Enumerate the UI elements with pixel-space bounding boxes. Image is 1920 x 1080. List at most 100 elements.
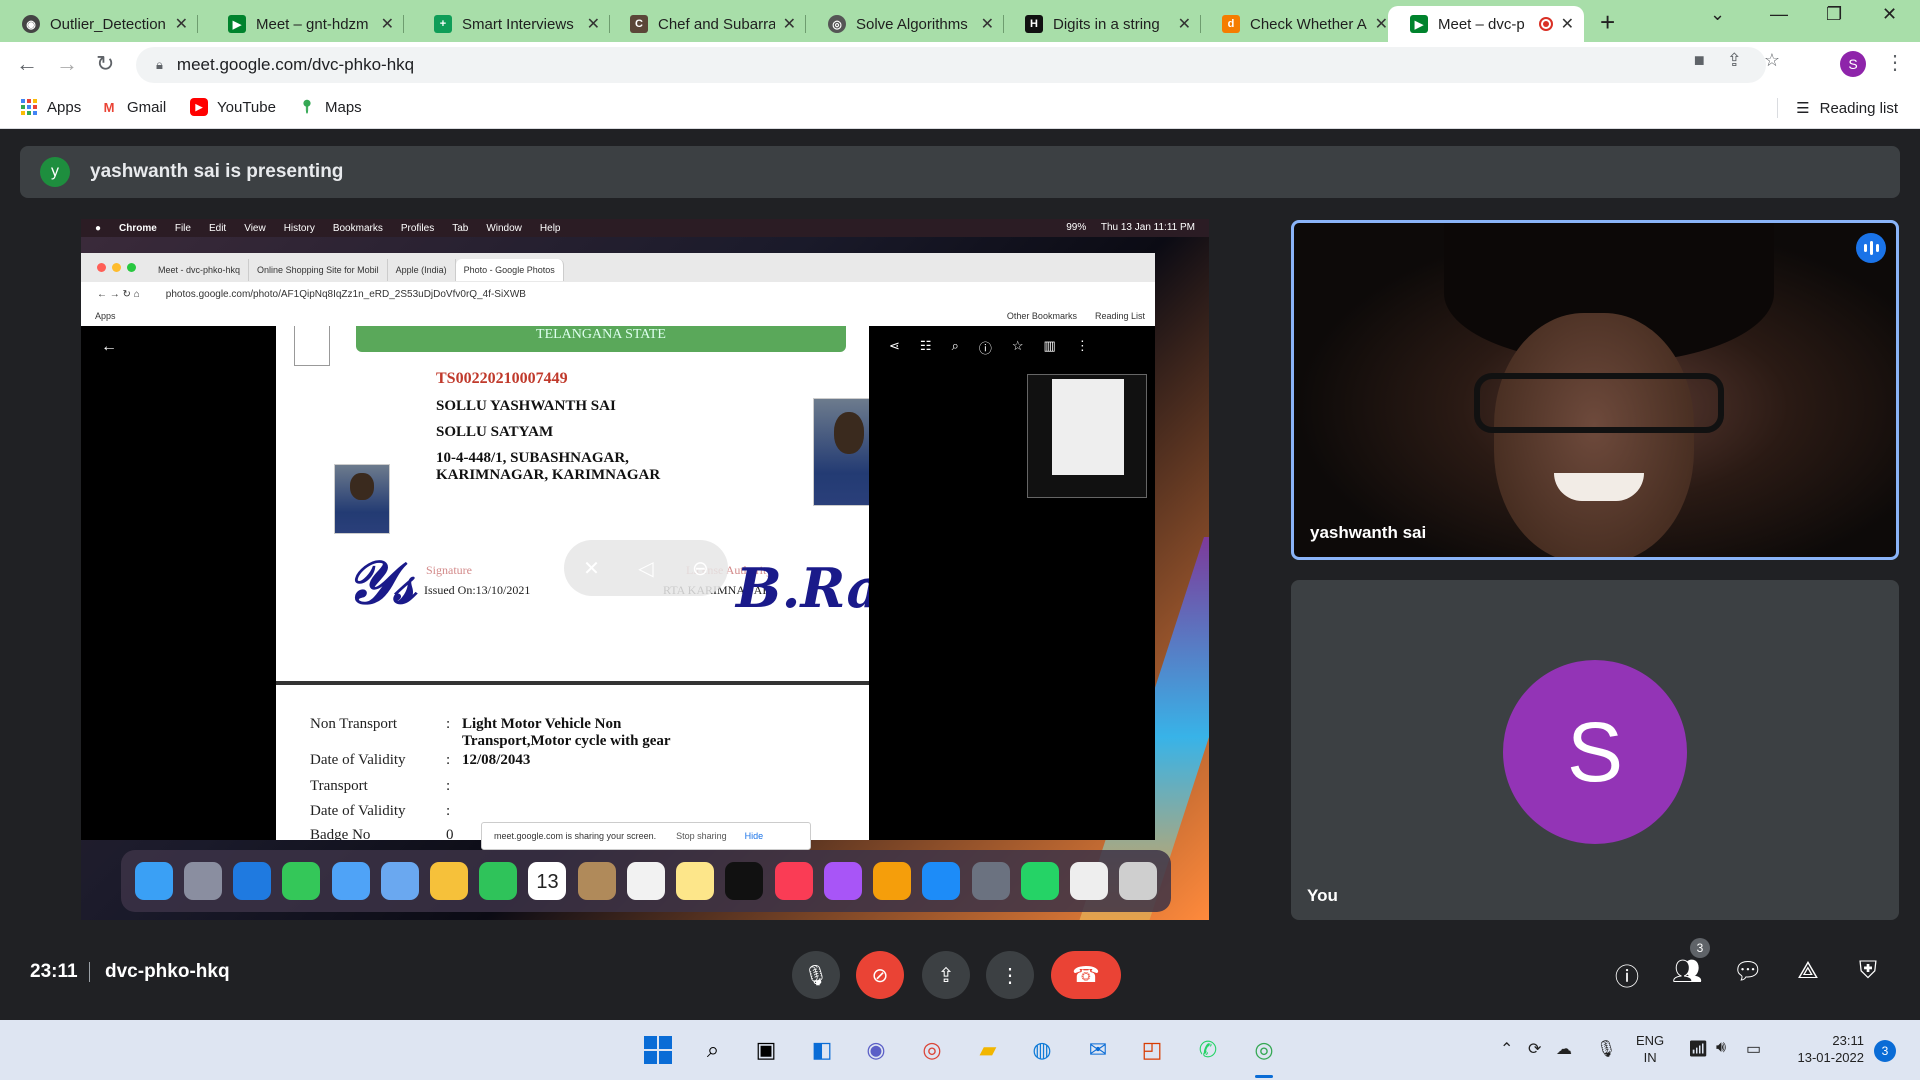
url-text: meet.google.com/dvc-phko-hkq <box>176 55 415 74</box>
chat-button[interactable]: 💬︎ <box>1731 957 1765 986</box>
forward-icon[interactable]: → <box>56 51 78 77</box>
back-icon[interactable]: ← <box>16 51 38 77</box>
tab-title: Outlier_Detection <box>50 15 166 33</box>
chrome-icon <box>1070 862 1109 900</box>
holder-name: SOLLU YASHWANTH SAI <box>436 398 616 414</box>
participant-tile-presenter[interactable]: yashwanth sai <box>1291 220 1899 560</box>
minimize-button[interactable]: — <box>1770 4 1788 25</box>
tab-smart-interviews[interactable]: + Smart Interviews ✕ <box>412 6 610 42</box>
onedrive-icon[interactable]: ☁ <box>1556 1039 1572 1059</box>
address-bar[interactable]: 🔒︎ meet.google.com/dvc-phko-hkq <box>136 47 1766 83</box>
more-options-button[interactable]: ⋮ <box>986 951 1034 999</box>
windows-logo-icon <box>644 1036 672 1064</box>
menubar-item: Chrome <box>119 222 157 234</box>
notes-icon <box>676 862 715 900</box>
tab-codechef[interactable]: C Chef and Subarra ✕ <box>608 6 806 42</box>
presentation-overlay-controls: ✕ ◁ ⊖ <box>564 540 728 596</box>
tab-outlier-detection[interactable]: ◉ Outlier_Detection ✕ <box>0 6 198 42</box>
new-tab-button[interactable]: + <box>1600 7 1615 38</box>
close-icon[interactable]: ✕ <box>1178 14 1191 34</box>
screen-share-notice: meet.google.com is sharing your screen. … <box>481 822 811 850</box>
volume-icon[interactable]: 🔊︎ <box>1716 1039 1726 1057</box>
participant-name: yashwanth sai <box>1310 523 1427 542</box>
search-icon[interactable]: ⌕ <box>697 1034 729 1066</box>
participant-tile-self[interactable]: S You <box>1291 580 1899 920</box>
teams-chat-icon[interactable]: ◉ <box>860 1034 892 1066</box>
participant-name: You <box>1307 886 1338 905</box>
notification-badge[interactable]: 3 <box>1874 1040 1896 1062</box>
close-icon[interactable]: ✕ <box>587 14 600 34</box>
more-icon: ⋮ <box>1075 338 1089 353</box>
tab-check-whether[interactable]: d Check Whether A ✕ <box>1200 6 1398 42</box>
chrome-profile-icon[interactable]: ◎ <box>1248 1034 1280 1066</box>
holder-signature: 𝒴𝓈 <box>346 548 416 618</box>
bookmark-gmail[interactable]: M Gmail <box>100 98 167 116</box>
trash-icon: ▥ <box>1043 338 1056 353</box>
profile-avatar[interactable]: S <box>1840 51 1866 77</box>
reading-list-button[interactable]: ☰ Reading list <box>1777 98 1898 118</box>
close-icon[interactable]: ✕ <box>381 14 394 34</box>
people-button[interactable]: 👥︎ <box>1670 957 1704 986</box>
chrome-icon[interactable]: ◎ <box>916 1034 948 1066</box>
safari-icon <box>233 862 272 900</box>
whatsapp-icon[interactable]: ✆ <box>1192 1034 1224 1066</box>
license-row-label: Transport <box>310 778 368 794</box>
tab-meet-active[interactable]: ▶ Meet – dvc-p ✕ <box>1388 6 1584 42</box>
close-icon[interactable]: ✕ <box>981 14 994 34</box>
meet-icon: ▶ <box>228 15 246 33</box>
bookmark-apps[interactable]: Apps <box>20 98 81 116</box>
activities-button[interactable]: ⟁ <box>1791 957 1825 985</box>
recording-icon <box>1538 17 1553 31</box>
license-row-value: Transport,Motor cycle with gear <box>462 733 671 749</box>
close-icon[interactable]: ✕ <box>1375 14 1388 34</box>
lock-icon: 🔒︎ <box>156 57 163 72</box>
widgets-icon[interactable]: ◧ <box>806 1034 838 1066</box>
tab-meet-gnt[interactable]: ▶ Meet – gnt-hdzm ✕ <box>206 6 404 42</box>
bookmark-label: Apps <box>47 98 82 116</box>
star-icon: ☆ <box>1011 338 1024 353</box>
show-hidden-icons[interactable]: ⌃ <box>1500 1039 1513 1059</box>
battery-icon[interactable]: ▭ <box>1746 1039 1761 1059</box>
meeting-details-button[interactable]: ⓘ <box>1610 957 1644 992</box>
office-icon[interactable]: ◰ <box>1136 1034 1168 1066</box>
share-notice-text: meet.google.com is sharing your screen. <box>494 831 657 841</box>
reload-icon[interactable]: ↻ <box>96 51 114 77</box>
host-controls-button[interactable]: ⛨ <box>1851 957 1885 985</box>
bookmark-maps[interactable]: 📍︎ Maps <box>298 98 362 116</box>
file-explorer-icon[interactable]: ▰ <box>972 1034 1004 1066</box>
mail-icon[interactable]: ✉ <box>1082 1034 1114 1066</box>
license-row-label: Date of Validity <box>310 752 406 768</box>
task-view-icon[interactable]: ▣ <box>750 1034 782 1066</box>
close-window-button[interactable]: ✕ <box>1882 4 1897 25</box>
wifi-icon[interactable]: 📶︎ <box>1688 1039 1708 1059</box>
hackerrank-icon: ◎ <box>828 15 846 33</box>
apps-grid-icon <box>20 98 38 116</box>
finder-icon <box>134 862 173 900</box>
inner-tab-active: Photo - Google Photos <box>455 259 564 281</box>
share-icon[interactable]: ⇪ <box>1727 50 1742 71</box>
chat-icon: 💬︎ <box>1732 958 1764 985</box>
camera-icon[interactable]: ■ <box>1694 50 1705 71</box>
sync-icon[interactable]: ⟳ <box>1528 1039 1541 1059</box>
tab-search-icon[interactable]: ⌄ <box>1710 4 1725 25</box>
microphone-button[interactable]: 🎙︎ <box>792 951 840 999</box>
edge-icon[interactable]: ◍ <box>1026 1034 1058 1066</box>
maximize-button[interactable]: ❐ <box>1826 4 1842 25</box>
language-indicator[interactable]: ENG IN <box>1636 1032 1664 1066</box>
tab-hackerrank[interactable]: ◎ Solve Algorithms ✕ <box>806 6 1004 42</box>
close-icon[interactable]: ✕ <box>1561 14 1574 34</box>
tab-digits-in-string[interactable]: H Digits in a string ✕ <box>1003 6 1201 42</box>
present-screen-button[interactable]: ⇪ <box>922 951 970 999</box>
leave-call-button[interactable]: ☎︎ <box>1051 951 1121 999</box>
browser-menu-icon[interactable]: ⋮ <box>1885 50 1905 75</box>
system-clock[interactable]: 23:11 13-01-2022 <box>1788 1032 1865 1066</box>
microphone-tray-icon[interactable]: 🎙︎ <box>1596 1039 1616 1059</box>
state-emblem <box>294 326 330 366</box>
close-icon[interactable]: ✕ <box>783 14 796 34</box>
start-button[interactable] <box>642 1034 674 1066</box>
close-icon[interactable]: ✕ <box>175 14 188 34</box>
bookmark-youtube[interactable]: ▶ YouTube <box>190 98 276 116</box>
inner-nav-icons: ← → ↻ ⌂ <box>97 288 140 300</box>
bookmark-star-icon[interactable]: ☆ <box>1764 50 1780 71</box>
camera-off-button[interactable]: ⊘ <box>856 951 904 999</box>
